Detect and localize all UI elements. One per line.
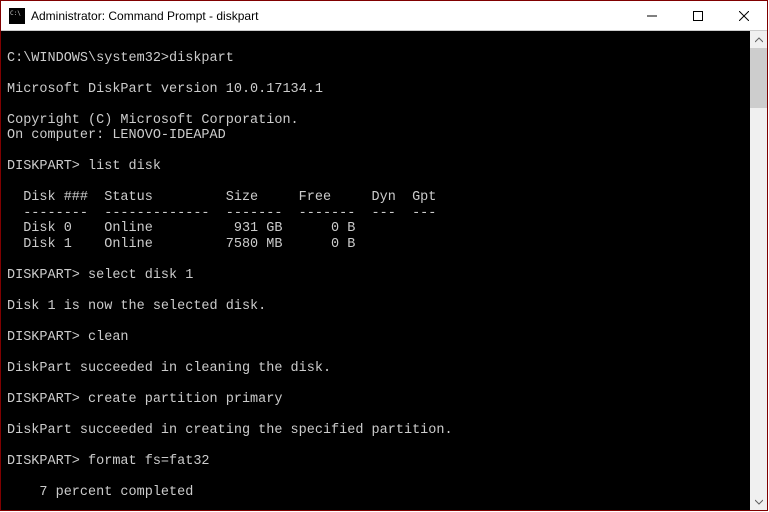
terminal-line: 7 percent completed (7, 485, 750, 501)
terminal-line: DISKPART> clean (7, 330, 750, 346)
terminal-line: Microsoft DiskPart version 10.0.17134.1 (7, 82, 750, 98)
terminal-line (7, 438, 750, 454)
close-button[interactable] (721, 1, 767, 30)
window-title: Administrator: Command Prompt - diskpart (31, 9, 629, 23)
scroll-thumb[interactable] (750, 48, 767, 108)
titlebar[interactable]: Administrator: Command Prompt - diskpart (1, 1, 767, 31)
terminal-line (7, 97, 750, 113)
vertical-scrollbar[interactable] (750, 31, 767, 510)
terminal-line (7, 407, 750, 423)
terminal-area: C:\WINDOWS\system32>diskpart Microsoft D… (1, 31, 767, 510)
window-controls (629, 1, 767, 30)
terminal-output[interactable]: C:\WINDOWS\system32>diskpart Microsoft D… (1, 31, 750, 510)
scroll-up-button[interactable] (750, 31, 767, 48)
terminal-line: DISKPART> list disk (7, 159, 750, 175)
terminal-line (7, 252, 750, 268)
terminal-line (7, 175, 750, 191)
terminal-line: DISKPART> format fs=fat32 (7, 454, 750, 470)
terminal-line: Copyright (C) Microsoft Corporation. (7, 113, 750, 129)
terminal-line: On computer: LENOVO-IDEAPAD (7, 128, 750, 144)
terminal-line (7, 345, 750, 361)
close-icon (739, 11, 749, 21)
minimize-button[interactable] (629, 1, 675, 30)
chevron-up-icon (755, 36, 763, 44)
terminal-line: Disk 1 Online 7580 MB 0 B (7, 237, 750, 253)
terminal-line: DISKPART> create partition primary (7, 392, 750, 408)
maximize-icon (693, 11, 703, 21)
terminal-line (7, 283, 750, 299)
command-prompt-window: Administrator: Command Prompt - diskpart… (0, 0, 768, 511)
terminal-line: -------- ------------- ------- ------- -… (7, 206, 750, 222)
chevron-down-icon (755, 498, 763, 506)
terminal-line: Disk 1 is now the selected disk. (7, 299, 750, 315)
minimize-icon (647, 11, 657, 21)
terminal-line (7, 376, 750, 392)
terminal-line: DiskPart succeeded in cleaning the disk. (7, 361, 750, 377)
scroll-down-button[interactable] (750, 493, 767, 510)
terminal-line: DiskPart succeeded in creating the speci… (7, 423, 750, 439)
terminal-line (7, 144, 750, 160)
terminal-line: DISKPART> select disk 1 (7, 268, 750, 284)
terminal-line: Disk 0 Online 931 GB 0 B (7, 221, 750, 237)
terminal-line (7, 35, 750, 51)
terminal-line (7, 314, 750, 330)
terminal-line (7, 66, 750, 82)
terminal-line: C:\WINDOWS\system32>diskpart (7, 51, 750, 67)
terminal-line: Disk ### Status Size Free Dyn Gpt (7, 190, 750, 206)
maximize-button[interactable] (675, 1, 721, 30)
terminal-line (7, 469, 750, 485)
app-icon (9, 8, 25, 24)
